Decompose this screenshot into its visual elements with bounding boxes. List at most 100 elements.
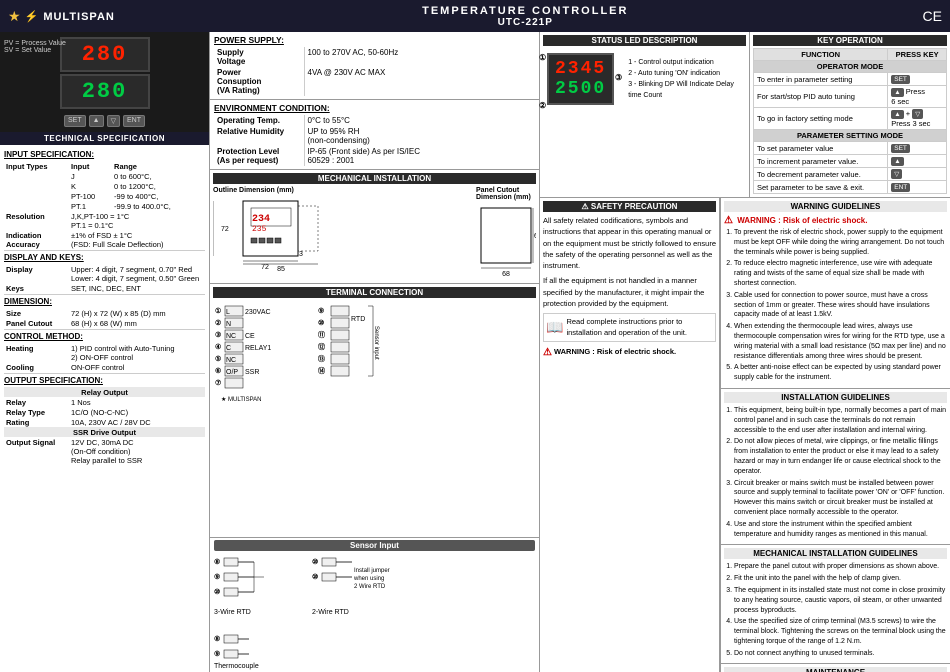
ce-mark: CE	[923, 8, 942, 24]
display-keys-title: DISPLAY AND KEYS:	[4, 253, 205, 262]
env-title: ENVIRONMENT CONDITION:	[214, 103, 535, 113]
supply-voltage-label: SupplyVoltage	[214, 47, 304, 67]
input-pt100: PT-100	[69, 191, 112, 201]
table-row: Set parameter to be save & exit. ENT	[754, 181, 947, 194]
display-val: Upper: 4 digit, 7 segment, 0.70" RedLowe…	[69, 264, 205, 283]
svg-text:⑥: ⑥	[215, 367, 221, 375]
divider1	[4, 250, 205, 251]
list-item: When extending the thermocouple lead wir…	[734, 322, 947, 361]
svg-text:⑤: ⑤	[215, 355, 221, 363]
annotation-3: 3 - Blinking DP Will Indicate Delay time…	[628, 79, 742, 101]
svg-text:③: ③	[215, 331, 221, 339]
panel-cutout: Panel CutoutDimension (mm) 68 68	[476, 187, 536, 280]
input-j: J	[69, 171, 112, 181]
func-2: For start/stop PID auto tuning	[754, 86, 888, 108]
table-row: To decrement parameter value. ▽	[754, 168, 947, 181]
svg-text:⑩: ⑩	[312, 573, 318, 581]
list-item: Cable used for connection to power sourc…	[734, 291, 947, 320]
dimension-area: Outline Dimension (mm) 234 235	[213, 187, 536, 280]
svg-text:⑪: ⑪	[318, 330, 325, 339]
table-row: For start/stop PID auto tuning ▲ Press6 …	[754, 86, 947, 108]
svg-text:235: 235	[252, 225, 267, 234]
range-j: 0 to 600°C,	[112, 171, 205, 181]
spec-content: INPUT SPECIFICATION: Input Types Input R…	[0, 145, 209, 672]
svg-text:⑨: ⑨	[214, 650, 220, 658]
svg-text:85: 85	[277, 266, 285, 271]
env-table: Operating Temp. 0°C to 55°C Relative Hum…	[214, 115, 535, 166]
led-screen: 2345 2500	[547, 53, 614, 105]
rtd-3wire-diagram: ⑧ ⑨ ⑩ 3-Wire RTD	[214, 554, 304, 629]
svg-text:①: ①	[215, 307, 221, 315]
svg-text:⑦: ⑦	[215, 379, 221, 387]
mech-install-list: Prepare the panel cutout with proper dim…	[724, 562, 947, 658]
size-val: 72 (H) x 72 (W) x 85 (D) mm	[69, 308, 205, 318]
key-7: ENT	[888, 181, 947, 194]
keys-val: SET, INC, DEC, ENT	[69, 283, 205, 293]
size-label: Size	[4, 308, 69, 318]
key-6: ▽	[888, 168, 947, 181]
svg-text:⑧: ⑧	[214, 635, 220, 643]
indication-label: IndicationAccuracy	[4, 230, 69, 249]
thermocouple-area: ⑧ ⑨ Thermocouple	[214, 631, 535, 670]
logo-text: ⚡ MULTISPAN	[25, 10, 115, 23]
power-supply-section: POWER SUPPLY: SupplyVoltage 100 to 270V …	[210, 32, 539, 100]
svg-text:72: 72	[261, 264, 269, 271]
list-item: A better anti-noise effect can be expect…	[734, 363, 947, 383]
setpoint-display: 280	[60, 74, 150, 109]
svg-text:RTD: RTD	[351, 316, 365, 323]
mech-install-header: MECHANICAL INSTALLATION	[213, 173, 536, 184]
key-2: ▲ Press6 sec	[888, 86, 947, 108]
warn-icon: ⚠	[724, 215, 733, 226]
svg-text:⑫: ⑫	[318, 342, 325, 351]
far-right-column: WARNING GUIDELINES ⚠ WARNING : Risk of e…	[720, 198, 950, 672]
sv-value: 280	[82, 79, 128, 104]
outline-dim: Outline Dimension (mm) 234 235	[213, 187, 472, 273]
list-item: To reduce electro magnetic interference,…	[734, 259, 947, 288]
led-circle-1: ①	[539, 53, 546, 62]
range-pt100: -99 to 400°C,	[112, 191, 205, 201]
list-item: Prepare the panel cutout with proper dim…	[734, 562, 947, 572]
output-signal-val: 12V DC, 30mA DC(On-Off condition)Relay p…	[69, 437, 205, 465]
product-title: TEMPERATURE CONTROLLER	[138, 5, 913, 17]
display-panel: PV = Process Value SV = Set Value 280 28…	[0, 32, 209, 132]
op-temp-val: 0°C to 55°C	[304, 115, 535, 126]
sensor-diagrams: ⑧ ⑨ ⑩ 3-Wire RTD	[214, 554, 535, 629]
range-header: Range	[112, 161, 205, 171]
svg-text:RELAY1: RELAY1	[245, 345, 271, 352]
svg-text:NC: NC	[226, 333, 236, 340]
install-list: This equipment, being built-in type, nor…	[724, 406, 947, 539]
svg-text:⑩: ⑩	[214, 588, 220, 596]
output-table: Relay Output Relay 1 Nos Relay Type 1C/O…	[4, 387, 205, 465]
set-button[interactable]: SET	[64, 115, 86, 127]
table-row: To go in factory setting mode ▲ + ▽Press…	[754, 108, 947, 130]
divider2	[4, 294, 205, 295]
svg-text:230VAC: 230VAC	[245, 309, 271, 316]
key-operation-table: FUNCTION PRESS KEY OPERATOR MODE To ente…	[753, 48, 947, 194]
resolution-label: Resolution	[4, 211, 69, 230]
svg-text:⑧: ⑧	[214, 558, 220, 566]
keys-label: Keys	[4, 283, 69, 293]
sv-label: SV = Set Value	[4, 47, 66, 54]
read-icon: 📖	[546, 317, 563, 338]
safety-para-2: If all the equipment is not handled in a…	[543, 275, 716, 309]
annotation-1: 1 - Control output indication	[628, 57, 742, 68]
input-pt1: PT.1	[69, 201, 112, 211]
status-led-header: STATUS LED DESCRIPTION	[543, 35, 746, 46]
annotation-2: 2 - Auto tuning 'ON' indication	[628, 68, 742, 79]
safety-section: ⚠ SAFETY PRECAUTION All safety related c…	[540, 198, 720, 672]
pv-value: 280	[82, 42, 128, 67]
tech-spec-header: TECHNICAL SPECIFICATION	[0, 132, 209, 145]
terminal-section: TERMINAL CONNECTION ① L 230VAC ② N ③ NC	[210, 284, 539, 537]
dimension-title: DIMENSION:	[4, 297, 205, 306]
power-title: POWER SUPPLY:	[214, 35, 535, 45]
svg-text:⑨: ⑨	[214, 573, 220, 581]
rating-label: Rating	[4, 417, 69, 427]
status-key-row: STATUS LED DESCRIPTION 2345 2500 ① ③ ②	[540, 32, 950, 198]
display-label: Display	[4, 264, 69, 283]
dec-button[interactable]: ▽	[107, 115, 120, 127]
svg-text:2-Wire RTD: 2-Wire RTD	[312, 609, 349, 616]
inc-button[interactable]: ▲	[89, 115, 104, 127]
ent-button[interactable]: ENT	[123, 115, 145, 127]
list-item: Circuit breaker or mains switch must be …	[734, 479, 947, 518]
sensor-input-header: Sensor Input	[214, 540, 535, 551]
